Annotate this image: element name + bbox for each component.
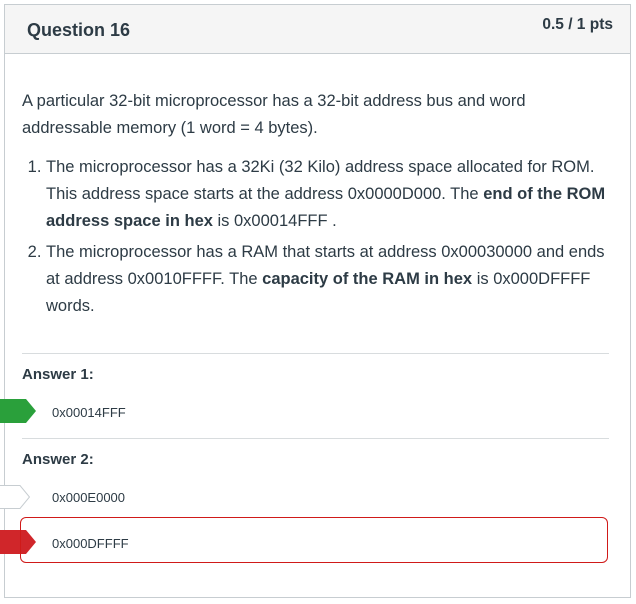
answer-1-label: Answer 1: [22, 366, 94, 383]
answer-divider-1 [22, 353, 609, 354]
item-2-text-bold: capacity of the RAM in hex [262, 270, 473, 288]
question-item-2: The microprocessor has a RAM that starts… [46, 239, 612, 320]
correct-answer-hint-marker-icon [0, 485, 30, 509]
question-header: Question 16 0.5 / 1 pts [5, 5, 630, 54]
question-points: 0.5 / 1 pts [542, 16, 613, 33]
question-intro: A particular 32-bit microprocessor has a… [22, 92, 526, 137]
correct-answer-marker-icon [0, 399, 36, 423]
answer-1-given-value: 0x00014FFF [52, 405, 126, 420]
question-items: The microprocessor has a 32Ki (32 Kilo) … [22, 154, 612, 320]
item-1-text-post: is 0x00014FFF . [212, 212, 337, 230]
answer-2-correct-value: 0x000E0000 [52, 490, 126, 505]
question-title: Question 16 [27, 20, 131, 40]
answer-2-given-value: 0x000DFFFF [52, 536, 129, 551]
question-item-1: The microprocessor has a 32Ki (32 Kilo) … [46, 154, 612, 235]
question-text: A particular 32-bit microprocessor has a… [22, 88, 612, 324]
answer-2-label: Answer 2: [22, 451, 94, 468]
answer-divider-2 [22, 438, 609, 439]
